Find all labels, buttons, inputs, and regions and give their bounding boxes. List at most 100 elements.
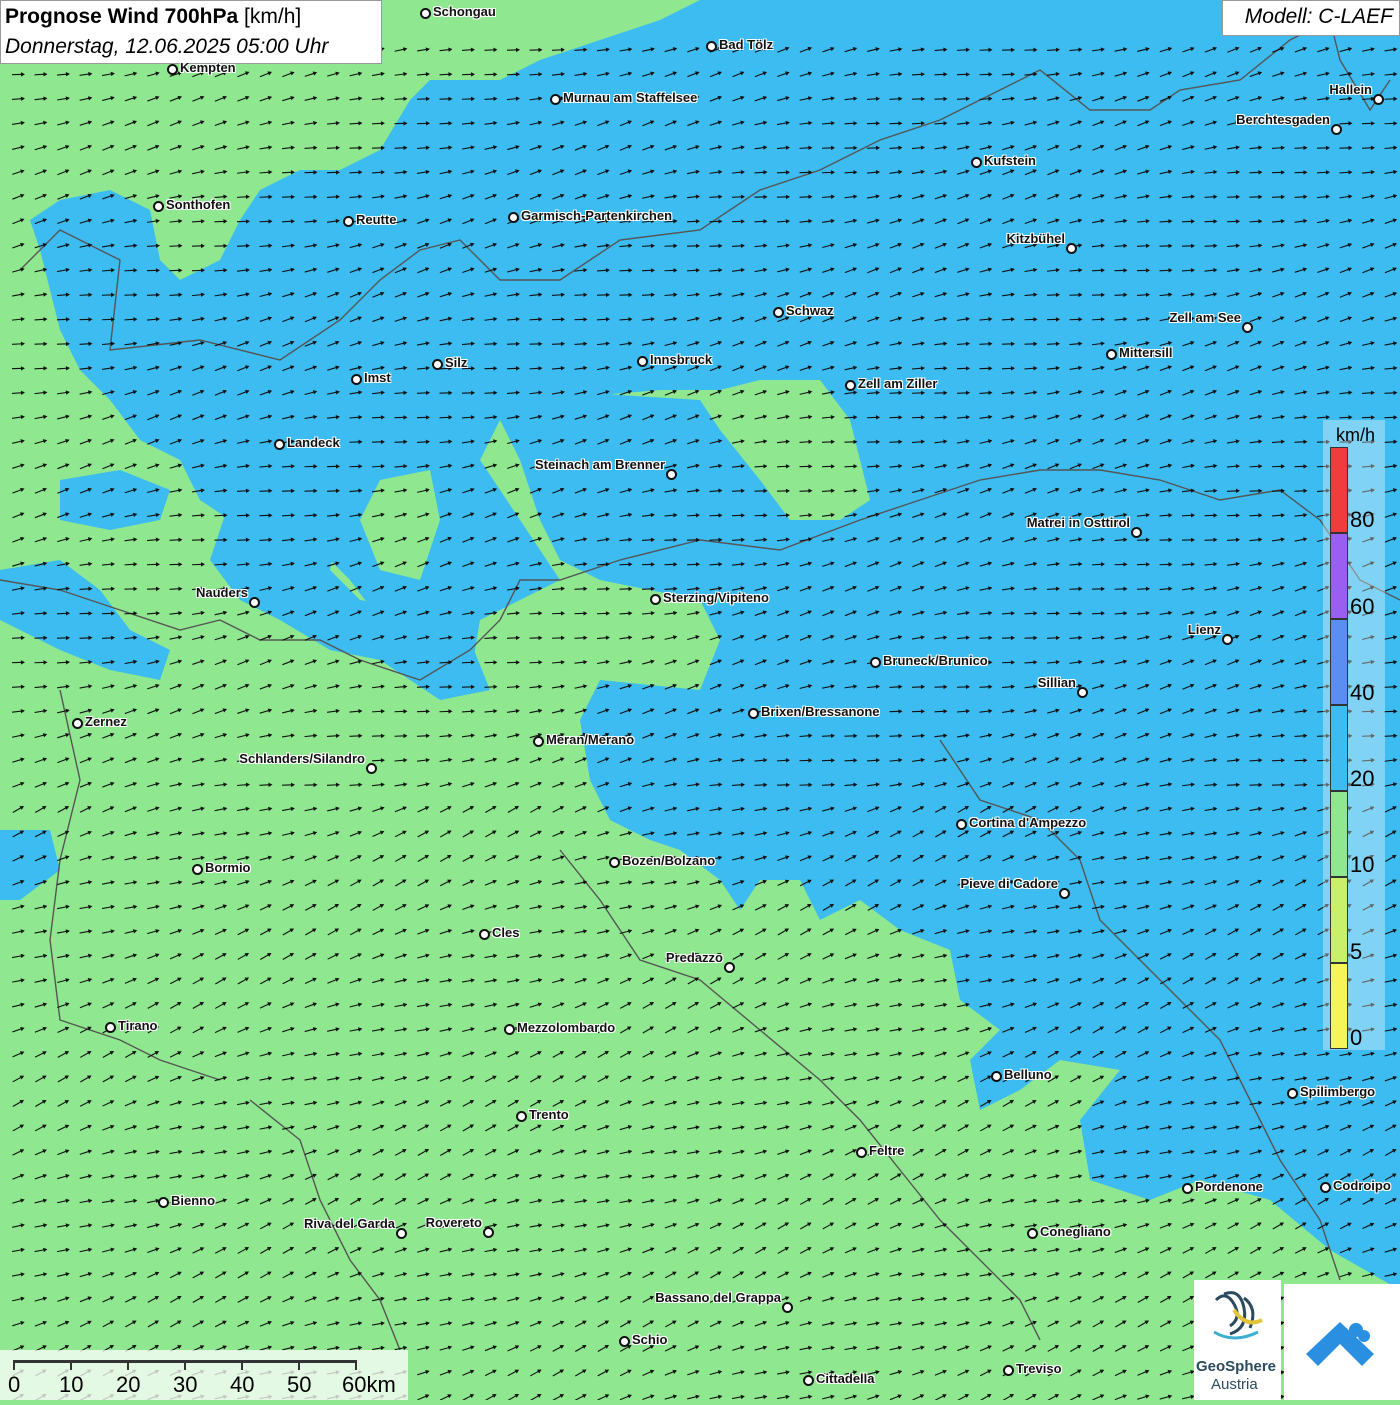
city-label: Landeck xyxy=(287,435,340,450)
scale-tick xyxy=(70,1360,72,1370)
city-marker-icon[interactable] xyxy=(483,1227,494,1238)
scale-label: 20 xyxy=(116,1372,140,1398)
city-label: Bormio xyxy=(205,860,251,875)
city-label: Meran/Merano xyxy=(546,732,634,747)
logo-text-geosphere: GeoSphere xyxy=(1196,1358,1276,1375)
city-label: Predazzo xyxy=(666,950,723,965)
city-marker-icon[interactable] xyxy=(1131,527,1142,538)
city-label: Belluno xyxy=(1004,1067,1052,1082)
city-marker-icon[interactable] xyxy=(1331,124,1342,135)
city-marker-icon[interactable] xyxy=(1077,687,1088,698)
city-marker-icon[interactable] xyxy=(72,718,83,729)
city-marker-icon[interactable] xyxy=(706,41,717,52)
city-marker-icon[interactable] xyxy=(782,1302,793,1313)
city-marker-icon[interactable] xyxy=(351,374,362,385)
legend-color-segment xyxy=(1330,447,1348,533)
city-marker-icon[interactable] xyxy=(158,1197,169,1208)
city-marker-icon[interactable] xyxy=(724,962,735,973)
city-marker-icon[interactable] xyxy=(619,1336,630,1347)
city-marker-icon[interactable] xyxy=(504,1024,515,1035)
legend-unit: km/h xyxy=(1336,425,1375,446)
city-marker-icon[interactable] xyxy=(991,1071,1002,1082)
city-label: Hallein xyxy=(1329,82,1372,97)
app-logo[interactable] xyxy=(1284,1284,1400,1400)
city-marker-icon[interactable] xyxy=(845,380,856,391)
city-label: Steinach am Brenner xyxy=(535,457,665,472)
city-label: Garmisch-Partenkirchen xyxy=(521,208,672,223)
city-marker-icon[interactable] xyxy=(1242,322,1253,333)
geosphere-swirl-icon xyxy=(1194,1280,1281,1360)
city-label: Sonthofen xyxy=(166,197,230,212)
city-marker-icon[interactable] xyxy=(1287,1088,1298,1099)
city-marker-icon[interactable] xyxy=(153,201,164,212)
legend-label: 20 xyxy=(1350,766,1374,792)
city-marker-icon[interactable] xyxy=(856,1147,867,1158)
city-marker-icon[interactable] xyxy=(105,1022,116,1033)
city-marker-icon[interactable] xyxy=(533,736,544,747)
city-label: Lienz xyxy=(1188,622,1221,637)
city-label: Bienno xyxy=(171,1193,215,1208)
legend-label: 5 xyxy=(1350,939,1362,965)
city-label: Bruneck/Brunico xyxy=(883,653,988,668)
scale-label: 10 xyxy=(59,1372,83,1398)
city-label: Spilimbergo xyxy=(1300,1084,1375,1099)
city-marker-icon[interactable] xyxy=(870,657,881,668)
city-marker-icon[interactable] xyxy=(366,763,377,774)
scale-tick xyxy=(184,1360,186,1370)
city-label: Pordenone xyxy=(1195,1179,1263,1194)
city-label: Matrei in Osttirol xyxy=(1027,515,1130,530)
city-marker-icon[interactable] xyxy=(773,307,784,318)
city-marker-icon[interactable] xyxy=(1027,1228,1038,1239)
city-marker-icon[interactable] xyxy=(1182,1183,1193,1194)
city-marker-icon[interactable] xyxy=(1106,349,1117,360)
map-date: Donnerstag, 12.06.2025 05:00 Uhr xyxy=(5,35,328,59)
city-marker-icon[interactable] xyxy=(666,469,677,480)
city-marker-icon[interactable] xyxy=(249,597,260,608)
city-marker-icon[interactable] xyxy=(1373,94,1384,105)
city-marker-icon[interactable] xyxy=(274,439,285,450)
city-label: Feltre xyxy=(869,1143,904,1158)
city-marker-icon[interactable] xyxy=(1066,243,1077,254)
city-label: Sterzing/Vipiteno xyxy=(663,590,769,605)
city-marker-icon[interactable] xyxy=(1059,888,1070,899)
city-marker-icon[interactable] xyxy=(432,359,443,370)
city-marker-icon[interactable] xyxy=(396,1228,407,1239)
scale-tick xyxy=(13,1360,15,1370)
city-marker-icon[interactable] xyxy=(609,857,620,868)
legend-color-segment xyxy=(1330,877,1348,963)
city-label: Mittersill xyxy=(1119,345,1172,360)
city-label: Cittadella xyxy=(816,1371,875,1386)
city-marker-icon[interactable] xyxy=(650,594,661,605)
city-marker-icon[interactable] xyxy=(1222,634,1233,645)
city-marker-icon[interactable] xyxy=(343,216,354,227)
city-label: Codroipo xyxy=(1333,1178,1391,1193)
city-label: Riva del Garda xyxy=(304,1216,395,1231)
scale-tick xyxy=(241,1360,243,1370)
scale-label: 30 xyxy=(173,1372,197,1398)
city-label: Pieve di Cadore xyxy=(960,876,1058,891)
city-label: Rovereto xyxy=(426,1215,482,1230)
city-label: Mezzolombardo xyxy=(517,1020,615,1035)
city-marker-icon[interactable] xyxy=(192,864,203,875)
city-label: Imst xyxy=(364,370,391,385)
scale-label: 0 xyxy=(8,1372,20,1398)
city-marker-icon[interactable] xyxy=(550,94,561,105)
city-label: Brixen/Bressanone xyxy=(761,704,880,719)
legend-label: 40 xyxy=(1350,680,1374,706)
city-marker-icon[interactable] xyxy=(420,8,431,19)
city-marker-icon[interactable] xyxy=(479,929,490,940)
city-marker-icon[interactable] xyxy=(508,212,519,223)
model-label: Modell: C-LAEF xyxy=(1245,5,1393,29)
city-label: Kitzbühel xyxy=(1007,231,1066,246)
city-marker-icon[interactable] xyxy=(516,1111,527,1122)
city-marker-icon[interactable] xyxy=(748,708,759,719)
city-marker-icon[interactable] xyxy=(971,157,982,168)
legend-color-segment xyxy=(1330,963,1348,1049)
scale-label: 50 xyxy=(287,1372,311,1398)
city-marker-icon[interactable] xyxy=(167,64,178,75)
city-marker-icon[interactable] xyxy=(1003,1365,1014,1376)
city-marker-icon[interactable] xyxy=(637,356,648,367)
city-marker-icon[interactable] xyxy=(1320,1182,1331,1193)
city-marker-icon[interactable] xyxy=(803,1375,814,1386)
city-marker-icon[interactable] xyxy=(956,819,967,830)
